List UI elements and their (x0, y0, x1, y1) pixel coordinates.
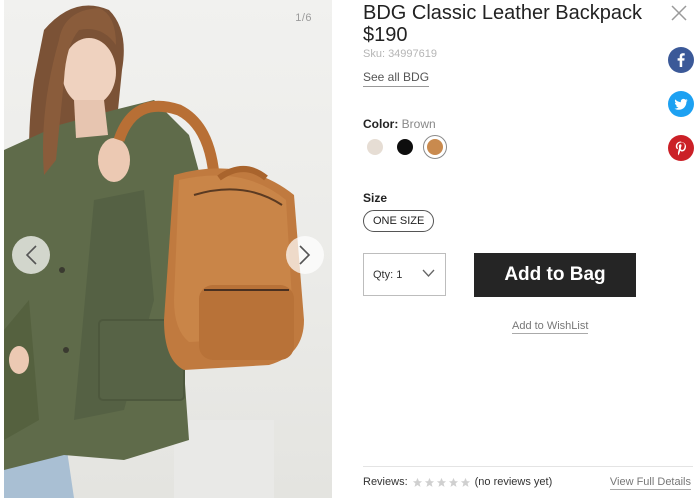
reviews-label: Reviews: (363, 476, 408, 488)
color-label: Color: (363, 117, 399, 131)
star-empty-icon (448, 477, 458, 487)
color-selection-label: Color: Brown (363, 117, 436, 131)
product-title: BDG Classic Leather Backpack (363, 2, 643, 24)
chevron-left-icon (25, 245, 37, 265)
rating-stars (412, 477, 471, 488)
twitter-share-button[interactable] (668, 91, 694, 117)
pinterest-icon (675, 141, 686, 156)
size-option-button[interactable]: ONE SIZE (363, 210, 435, 232)
product-sku: Sku: 34997619 (363, 48, 438, 60)
facebook-icon (677, 53, 685, 67)
pinterest-share-button[interactable] (668, 135, 694, 161)
star-empty-icon (436, 477, 446, 487)
color-swatches (363, 135, 447, 159)
reviews-status: (no reviews yet) (474, 476, 553, 488)
product-info-panel: BDG Classic Leather Backpack $190 Sku: 3… (363, 0, 693, 498)
facebook-share-button[interactable] (668, 47, 694, 73)
view-full-details-link[interactable]: View Full Details (609, 476, 691, 490)
color-swatch-cream[interactable] (363, 135, 387, 159)
quantity-value: Qty: 1 (373, 268, 403, 281)
see-all-brand-link[interactable]: See all BDG (363, 70, 430, 87)
product-photo (4, 5, 304, 498)
color-swatch-brown[interactable] (423, 135, 447, 159)
next-image-button[interactable] (286, 236, 324, 274)
star-empty-icon (412, 477, 422, 487)
size-label: Size (363, 191, 388, 205)
add-to-wishlist-link[interactable]: Add to WishList (512, 320, 589, 334)
star-empty-icon (424, 477, 434, 487)
product-price: $190 (363, 24, 408, 46)
color-swatch-black[interactable] (393, 135, 417, 159)
add-to-bag-button[interactable]: Add to Bag (474, 253, 636, 297)
close-icon[interactable] (670, 4, 688, 22)
star-empty-icon (460, 477, 470, 487)
reviews-summary: Reviews: (no reviews yet) (363, 476, 552, 488)
chevron-right-icon (299, 245, 311, 265)
quantity-select[interactable]: Qty: 1 (363, 253, 446, 296)
twitter-icon (674, 98, 688, 110)
color-value: Brown (401, 117, 436, 131)
product-image-gallery: 1/6 (4, 0, 332, 498)
chevron-down-icon (422, 269, 435, 277)
previous-image-button[interactable] (12, 236, 50, 274)
divider (363, 466, 693, 467)
image-counter: 1/6 (295, 12, 312, 24)
